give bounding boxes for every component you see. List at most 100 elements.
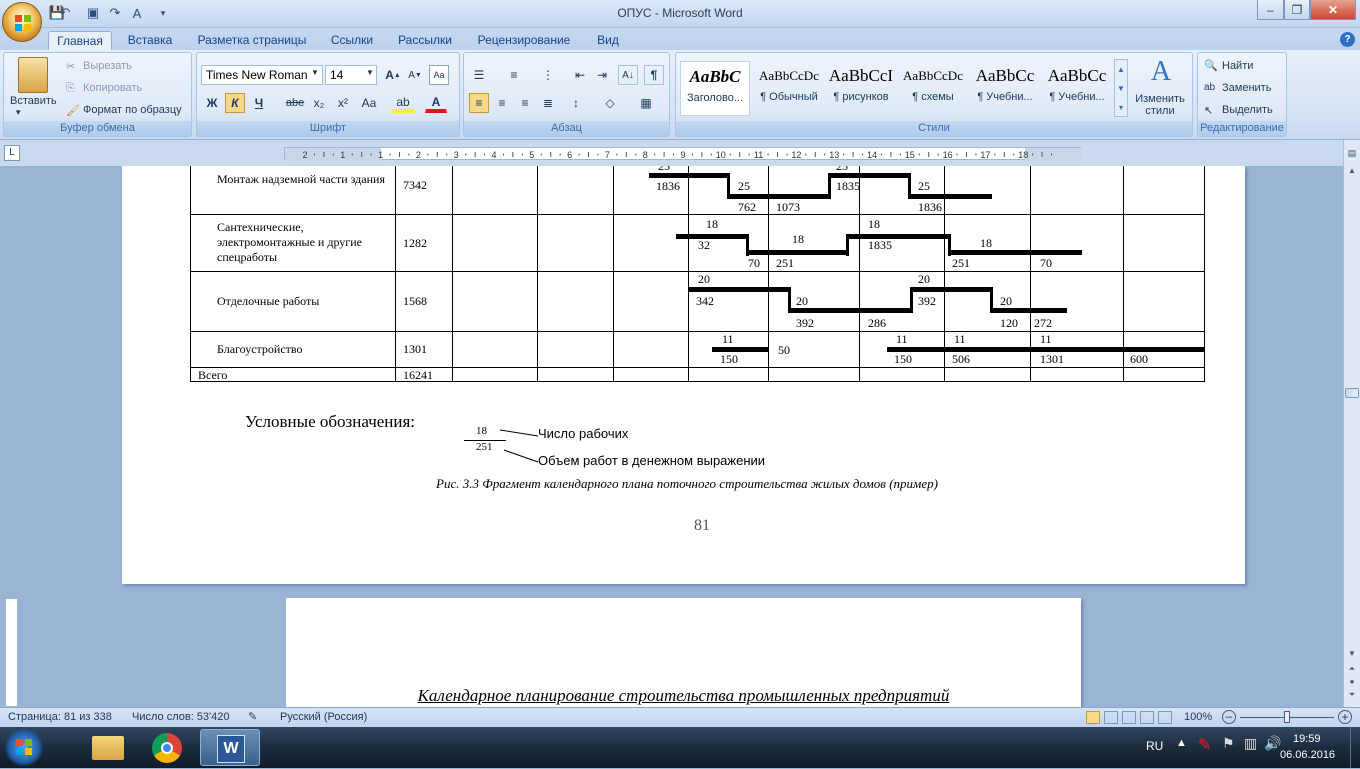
change-styles-icon[interactable]: A	[1146, 57, 1176, 87]
outline-icon[interactable]	[1140, 711, 1154, 724]
underline-button[interactable]: Ч	[249, 93, 269, 113]
full-screen-icon[interactable]	[1104, 711, 1118, 724]
tab-home[interactable]: Главная	[48, 31, 112, 50]
word-taskbar-button[interactable]: W	[200, 729, 260, 766]
browse-object-icon[interactable]: ●	[1345, 677, 1359, 689]
font-name-dropdown-icon[interactable]: ▼	[311, 68, 319, 77]
replace-button[interactable]: Заменить	[1222, 82, 1271, 94]
line-spacing-icon[interactable]: ↕	[566, 93, 586, 113]
style-schemes[interactable]: AaBbCcDc ¶ схемы	[898, 61, 968, 116]
tab-page-layout[interactable]: Разметка страницы	[190, 31, 314, 50]
style-figures[interactable]: AaBbCcI ¶ рисунков	[826, 61, 896, 116]
clock-time[interactable]: 19:59	[1293, 733, 1321, 745]
multilevel-list-icon[interactable]: ⋮	[538, 65, 558, 85]
gantt-label: 20	[698, 272, 710, 286]
find-button[interactable]: Найти	[1222, 60, 1253, 72]
input-language[interactable]: RU	[1146, 739, 1163, 753]
strikethrough-button[interactable]: abe	[285, 93, 305, 113]
print-layout-icon[interactable]	[1086, 711, 1100, 724]
chrome-taskbar-button[interactable]	[138, 729, 198, 766]
minimize-button[interactable]: –	[1257, 0, 1284, 20]
start-button[interactable]	[4, 729, 44, 766]
tab-references[interactable]: Ссылки	[322, 31, 382, 50]
highlight-icon[interactable]: ab	[391, 93, 415, 113]
paste-dropdown-icon[interactable]: ▾	[16, 107, 21, 118]
scroll-down-icon[interactable]: ▼	[1345, 649, 1359, 661]
borders-icon[interactable]: ▦	[636, 93, 656, 113]
numbering-icon[interactable]: ≡	[504, 65, 524, 85]
word-count[interactable]: Число слов: 53'420	[132, 711, 230, 723]
font-color-icon[interactable]: A	[425, 93, 447, 113]
font-size-dropdown-icon[interactable]: ▼	[366, 68, 374, 77]
tab-review[interactable]: Рецензирование	[468, 31, 580, 50]
select-button[interactable]: Выделить	[1222, 104, 1273, 116]
style-textbook-1[interactable]: AaBbCc ¶ Учебни...	[970, 61, 1040, 116]
language-status[interactable]: Русский (Россия)	[280, 711, 367, 723]
shading-icon[interactable]: ◇	[600, 93, 620, 113]
align-right-icon[interactable]: ≡	[515, 93, 535, 113]
bold-button[interactable]: Ж	[202, 93, 222, 113]
flag-icon[interactable]: ⚑	[1222, 735, 1235, 752]
scroll-up-icon[interactable]: ▲	[1345, 166, 1359, 180]
decrease-indent-icon[interactable]: ⇤	[570, 65, 590, 85]
styles-scroll-icon[interactable]: ▲ ▼ ▾	[1114, 59, 1128, 117]
ruler-toggle-icon[interactable]: ▤	[1345, 148, 1359, 162]
increase-indent-icon[interactable]: ⇥	[592, 65, 612, 85]
clock-date[interactable]: 06.06.2016	[1280, 749, 1335, 761]
draft-icon[interactable]	[1158, 711, 1172, 724]
proofing-icon[interactable]: ✎	[248, 710, 257, 723]
zoom-slider-thumb[interactable]	[1284, 711, 1290, 723]
change-styles-button[interactable]: Изменить стили	[1131, 93, 1189, 117]
paste-icon[interactable]	[18, 57, 48, 93]
restore-button[interactable]: ❐	[1284, 0, 1310, 20]
superscript-button[interactable]: x²	[333, 93, 353, 113]
subscript-button[interactable]: x₂	[309, 93, 329, 113]
help-icon[interactable]: ?	[1340, 32, 1355, 47]
grow-font-icon[interactable]: A ▲	[383, 65, 403, 85]
sort-icon[interactable]: A↓	[618, 65, 638, 85]
previous-page-icon[interactable]: ⏶	[1345, 664, 1359, 676]
change-case-button[interactable]: Aa	[357, 93, 381, 113]
scroll-thumb[interactable]	[1345, 388, 1359, 398]
close-button[interactable]: ✕	[1310, 0, 1356, 20]
style-heading[interactable]: AaBbC Заголово...	[680, 61, 750, 116]
align-left-icon[interactable]: ≡	[469, 93, 489, 113]
antivirus-icon[interactable]: ✎	[1198, 735, 1211, 755]
gantt-label: 25	[658, 166, 670, 173]
show-marks-icon[interactable]: ¶	[644, 65, 664, 85]
office-button[interactable]	[2, 2, 42, 42]
show-desktop-button[interactable]	[1350, 727, 1360, 768]
bullets-icon[interactable]: ☰	[469, 65, 489, 85]
style-normal[interactable]: AaBbCcDc ¶ Обычный	[754, 61, 824, 116]
zoom-level[interactable]: 100%	[1184, 711, 1212, 723]
next-page-icon[interactable]: ⏷	[1345, 690, 1359, 702]
clear-format-icon[interactable]: Aa	[429, 65, 449, 85]
tray-expand-icon[interactable]: ▲	[1176, 737, 1187, 749]
tab-view[interactable]: Вид	[588, 31, 628, 50]
page-count[interactable]: Страница: 81 из 338	[8, 711, 112, 723]
tab-selector-icon[interactable]: L	[4, 145, 20, 161]
cut-button[interactable]: Вырезать	[83, 60, 132, 72]
shrink-font-icon[interactable]: A ▼	[405, 65, 425, 85]
format-painter-button[interactable]: Формат по образцу	[83, 104, 182, 116]
vertical-scrollbar[interactable]: ▤ ▲ ▼ ⏶ ● ⏷	[1343, 140, 1360, 707]
volume-icon[interactable]: 🔊	[1264, 735, 1281, 752]
web-layout-icon[interactable]	[1122, 711, 1136, 724]
network-icon[interactable]: ▥	[1244, 735, 1257, 752]
paste-button[interactable]: Вставить	[10, 95, 57, 107]
horizontal-ruler[interactable]: 2 1 1 2 3 4 5 6 7 8 9 10 11 12 13 14 15 16 17 18	[284, 147, 1082, 161]
zoom-out-icon[interactable]: –	[1222, 710, 1236, 724]
copy-button[interactable]: Копировать	[83, 82, 142, 94]
style-textbook-2[interactable]: AaBbCc ¶ Учебни...	[1042, 61, 1112, 116]
align-center-icon[interactable]: ≡	[492, 93, 512, 113]
document-area[interactable]: Монтаж надземной части здания 7342 Санте…	[0, 166, 1343, 707]
italic-button[interactable]: К	[225, 93, 245, 113]
tab-mailings[interactable]: Рассылки	[390, 31, 460, 50]
explorer-taskbar-button[interactable]	[78, 729, 138, 766]
zoom-in-icon[interactable]: +	[1338, 710, 1352, 724]
font-name-input[interactable]: Times New Roman	[201, 65, 323, 85]
gantt-label: 1836	[656, 179, 680, 193]
tab-insert[interactable]: Вставка	[118, 31, 182, 50]
vertical-ruler[interactable]	[5, 598, 18, 707]
justify-icon[interactable]: ≣	[538, 93, 558, 113]
